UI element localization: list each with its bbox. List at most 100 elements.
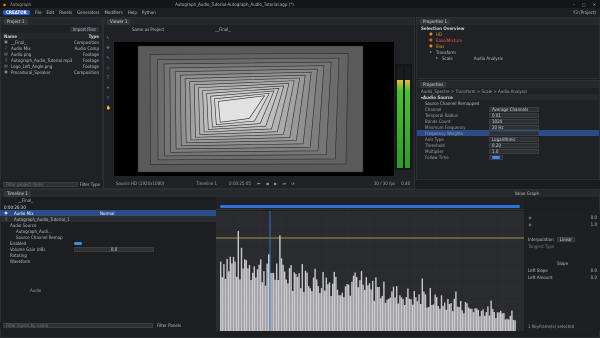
waveform-bar bbox=[362, 284, 364, 331]
list-item[interactable]: ▤ Audio.png Footage bbox=[4, 51, 99, 57]
column-type[interactable]: Type bbox=[89, 34, 99, 39]
waveform-bar bbox=[490, 300, 492, 331]
waveform-bar bbox=[316, 279, 318, 331]
pen-tool-icon[interactable]: ✎ bbox=[106, 56, 110, 60]
menu-file[interactable]: File bbox=[35, 10, 42, 15]
selection-item[interactable]: ▸ Scale Audio Analysis bbox=[429, 55, 599, 61]
list-item[interactable]: ▣ Procedural_Speaker Composition bbox=[4, 69, 99, 75]
property-icon: ● bbox=[429, 37, 433, 42]
minimize-icon[interactable]: – bbox=[573, 2, 575, 7]
tab-viewer[interactable]: Viewer 1 bbox=[107, 18, 131, 25]
menu-python[interactable]: Python bbox=[142, 10, 156, 15]
tab-properties-main[interactable]: Properties bbox=[420, 81, 447, 88]
tab-properties[interactable]: Properties 1 bbox=[420, 18, 451, 25]
waveform-bar bbox=[407, 288, 409, 331]
resolution-select[interactable]: Source HD (1920x1080) bbox=[116, 181, 164, 186]
slope-header: Slope bbox=[556, 261, 569, 266]
volume-gain-field[interactable]: 0.0 bbox=[74, 246, 154, 252]
project-filter-input[interactable]: Filter project items bbox=[3, 181, 78, 187]
list-item[interactable]: ♪ Audio Mix Audio Comp bbox=[4, 45, 99, 51]
property-value[interactable] bbox=[489, 130, 539, 136]
move-tool-icon[interactable]: ✥ bbox=[106, 46, 110, 50]
list-item[interactable]: ▤ Logo_Left_Angle.png Footage bbox=[4, 63, 99, 69]
viewer-title-select[interactable]: Same as Project bbox=[132, 27, 164, 32]
left-amount-value[interactable]: 0.0 bbox=[591, 275, 597, 280]
waveform-bar bbox=[290, 265, 292, 331]
property-value[interactable]: 0.20 bbox=[489, 142, 539, 148]
tab-timeline[interactable]: Timeline 1 bbox=[4, 190, 31, 197]
select-tool-icon[interactable]: ↖ bbox=[106, 36, 110, 40]
property-key: Frequency Weights bbox=[425, 130, 463, 136]
property-value[interactable]: Logarithmic bbox=[489, 136, 539, 142]
menu-help[interactable]: Help bbox=[128, 10, 137, 15]
waveform-bar bbox=[402, 299, 404, 331]
waveform-bar bbox=[328, 282, 331, 331]
property-value[interactable]: 1.0 bbox=[489, 148, 539, 154]
viewer-comp-select[interactable]: __Final_ bbox=[215, 27, 230, 32]
menu-edit[interactable]: Edit bbox=[46, 10, 54, 15]
tab-project[interactable]: Project 1 bbox=[4, 18, 28, 25]
property-value[interactable]: Average Channels bbox=[489, 106, 539, 112]
layer-filter-input[interactable]: Filter layers by name bbox=[3, 323, 153, 328]
property-value[interactable]: 1024 bbox=[489, 118, 539, 124]
property-value[interactable]: 20 Hz bbox=[489, 124, 539, 130]
timeline-comp[interactable]: __Final_ bbox=[18, 198, 33, 203]
import-files-button[interactable]: Import Files bbox=[69, 26, 99, 32]
interpolation-label: Interpolation bbox=[528, 237, 554, 242]
property-key: Minimum Frequency bbox=[425, 124, 466, 130]
property-row[interactable]: Follow Time bbox=[417, 154, 599, 160]
waveform-bar bbox=[256, 269, 259, 331]
enabled-toggle[interactable] bbox=[74, 241, 82, 245]
viewer-timecode: 0:00:25:05 bbox=[229, 180, 251, 186]
graph-value-0[interactable]: 0.0 bbox=[591, 215, 597, 220]
waveform-bar bbox=[319, 292, 321, 331]
property-key: Threshold bbox=[425, 142, 445, 148]
waveform-bar bbox=[391, 291, 393, 331]
waveform-bar bbox=[258, 264, 260, 331]
list-item[interactable]: ♫ Autograph_Audio_Tutorial.mp3 Footage bbox=[4, 57, 99, 63]
waveform-bar bbox=[421, 278, 423, 331]
timeline-select[interactable]: Timeline 1 bbox=[196, 181, 217, 186]
composition-icon: ▣ bbox=[4, 39, 8, 44]
waveform-bar bbox=[357, 287, 359, 331]
workspace-select[interactable]: Y3 (Project) bbox=[573, 10, 596, 15]
timeline-ruler[interactable] bbox=[216, 197, 524, 210]
playback-controls[interactable]: ⏮ ◀ ▶ ⏭ ⟳ bbox=[257, 181, 297, 186]
waveform-graph[interactable] bbox=[216, 211, 524, 331]
waveform-bar bbox=[274, 279, 276, 331]
viewer-canvas[interactable] bbox=[114, 42, 394, 176]
value-graph-select[interactable]: Value Graph bbox=[514, 191, 539, 196]
properties-panel: Properties Audio_Spectre > Transform > S… bbox=[416, 80, 600, 180]
interpolation-select[interactable]: Linear bbox=[556, 237, 576, 242]
menu-panels[interactable]: Panels bbox=[59, 10, 72, 15]
list-item[interactable]: ▣ __Final_ Composition bbox=[4, 39, 99, 45]
timeline-property-row[interactable]: Waveform bbox=[0, 258, 216, 264]
shape-tool-icon[interactable]: ◇ bbox=[106, 66, 110, 70]
waveform-bar bbox=[264, 285, 267, 331]
waveform-bar bbox=[375, 277, 377, 331]
maximize-icon[interactable]: □ bbox=[582, 2, 586, 7]
close-icon[interactable]: ✕ bbox=[593, 2, 596, 7]
anchor-tool-icon[interactable]: ⌖ bbox=[106, 86, 110, 90]
filter-type-select[interactable]: Filter Type bbox=[80, 182, 100, 187]
hand-tool-icon[interactable]: ✋ bbox=[106, 106, 111, 110]
funnel-tool-icon[interactable]: ▽ bbox=[106, 96, 110, 100]
follow-time-toggle[interactable] bbox=[492, 155, 500, 159]
menu-generators[interactable]: Generators bbox=[77, 10, 99, 15]
viewer-zoom[interactable]: 0.46 bbox=[401, 181, 410, 186]
property-value[interactable]: 0.01 bbox=[489, 112, 539, 118]
waveform-bar bbox=[495, 318, 497, 331]
eye-icon[interactable]: ◉ bbox=[4, 211, 8, 215]
image-icon: ▤ bbox=[4, 63, 8, 68]
timeline-property-label: Audio Source bbox=[10, 222, 37, 228]
menu-modifiers[interactable]: Modifiers bbox=[104, 10, 122, 15]
text-tool-icon[interactable]: T bbox=[106, 76, 110, 80]
property-value[interactable] bbox=[489, 154, 503, 160]
graph-properties: ◈ 0.0 ◈ 1.0 Interpolation Linear Tangent Ty… bbox=[525, 211, 600, 331]
filter-panels-select[interactable]: Filter Panels bbox=[157, 323, 181, 328]
waveform-bar bbox=[228, 271, 230, 331]
graph-value-1[interactable]: 1.0 bbox=[591, 222, 597, 227]
left-slope-value[interactable]: 0.0 bbox=[591, 268, 597, 273]
work-area-bar[interactable] bbox=[220, 205, 520, 208]
column-name[interactable]: Name bbox=[4, 34, 17, 39]
